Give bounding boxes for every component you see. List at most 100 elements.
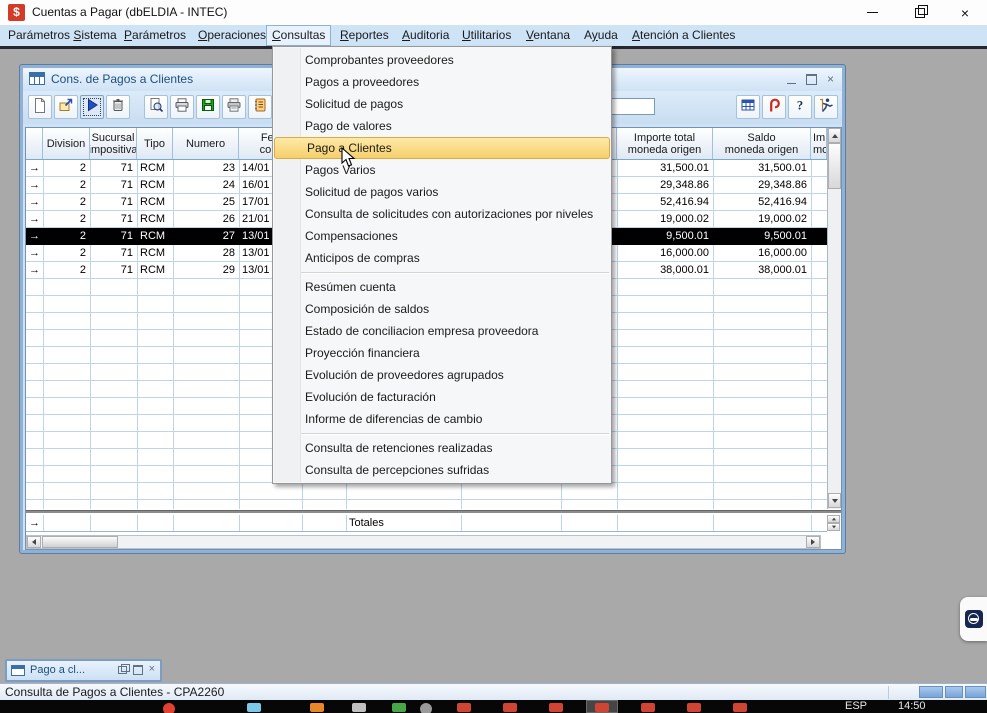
help-button[interactable]: ? — [788, 95, 812, 119]
menuitem-consulta-de-retenciones-realizadas[interactable]: Consulta de retenciones realizadas — [273, 437, 611, 459]
taskbar-app-9-icon[interactable] — [549, 703, 563, 712]
spinner-up-button[interactable] — [827, 515, 840, 523]
exit-button[interactable] — [814, 95, 838, 119]
open-form-button[interactable] — [54, 95, 78, 119]
menuitem-informe-de-diferencias-de-cambio[interactable]: Informe de diferencias de cambio — [273, 408, 611, 430]
child-minimize-button[interactable] — [787, 83, 796, 84]
scroll-up-button[interactable] — [828, 128, 841, 143]
menuitem-consulta-de-solicitudes-con-autorizaciones-por-niveles[interactable]: Consulta de solicitudes con autorizacion… — [273, 203, 611, 225]
grid-column-line — [617, 515, 618, 531]
menuitem-pago-a-clientes[interactable]: Pago a Clientes — [274, 137, 610, 159]
menuitem-estado-de-conciliacion-empresa-proveedora[interactable]: Estado de conciliacion empresa proveedor… — [273, 320, 611, 342]
cell: RCM — [137, 262, 173, 279]
minimized-window-pago[interactable]: Pago a cl... × — [5, 659, 162, 682]
row-marker-icon: → — [26, 177, 43, 194]
taskbar-app-12-icon[interactable] — [687, 703, 701, 712]
cell: 25 — [173, 194, 239, 211]
taskbar-app-7-icon[interactable] — [457, 703, 471, 712]
menuitem-proyeccion-financiera[interactable]: Proyección financiera — [273, 342, 611, 364]
scroll-right-button[interactable] — [806, 536, 820, 548]
child-close-button[interactable]: × — [827, 73, 834, 85]
menu-reportes[interactable]: Reportes — [340, 25, 389, 46]
horizontal-scrollbar[interactable] — [26, 535, 821, 549]
column-header-saldo-moneda-origen[interactable]: Saldomoneda origen — [713, 128, 811, 159]
row-marker-icon: → — [26, 262, 43, 279]
menuitem-evolucion-de-facturacion[interactable]: Evolución de facturación — [273, 386, 611, 408]
menu-parametros-sistema[interactable]: Parámetros Sistema — [8, 25, 117, 46]
horizontal-scroll-thumb[interactable] — [42, 536, 118, 548]
cell: 31,500.01 — [617, 160, 713, 177]
spinner-down-button[interactable] — [827, 523, 840, 531]
mini-maximize-button[interactable] — [133, 665, 143, 675]
new-document-button[interactable] — [28, 95, 52, 119]
graph-button[interactable] — [762, 95, 786, 119]
mini-restore-button[interactable] — [118, 666, 127, 674]
menu-utilitarios[interactable]: Utilitarios — [462, 25, 511, 46]
column-header-tipo[interactable]: Tipo — [137, 128, 173, 159]
minimize-button[interactable] — [850, 0, 894, 25]
vertical-scrollbar[interactable] — [827, 128, 841, 509]
column-header-sucursal-impositiva[interactable]: Sucursalimpositiva — [90, 128, 137, 159]
maximize-button[interactable] — [898, 0, 942, 25]
taskbar-app-11-icon[interactable] — [641, 703, 655, 712]
totals-spinner[interactable] — [827, 515, 841, 532]
run-query-button[interactable] — [80, 95, 104, 119]
column-header[interactable] — [26, 128, 43, 159]
preview-button[interactable] — [144, 95, 168, 119]
column-header-imp-mor[interactable]: Impmor — [811, 128, 827, 159]
menuitem-solicitud-de-pagos[interactable]: Solicitud de pagos — [273, 93, 611, 115]
tray-clock[interactable]: 14:50 — [898, 700, 926, 712]
vertical-scroll-thumb[interactable] — [828, 143, 841, 189]
exit-icon — [818, 97, 834, 118]
save-button[interactable] — [196, 95, 220, 119]
menu-operaciones[interactable]: Operaciones — [198, 25, 266, 46]
menu-separator — [275, 433, 609, 434]
menuitem-comprobantes-proveedores[interactable]: Comprobantes proveedores — [273, 49, 611, 71]
menuitem-compensaciones[interactable]: Compensaciones — [273, 225, 611, 247]
taskbar-app-8-icon[interactable] — [503, 703, 517, 712]
menu-atencion-a-clientes[interactable]: Atención a Clientes — [632, 25, 735, 46]
taskbar-app-6-icon[interactable] — [420, 703, 432, 713]
grid-column-line — [43, 515, 44, 531]
mini-close-button[interactable]: × — [149, 664, 155, 675]
taskbar-app-10-icon[interactable] — [595, 703, 609, 712]
menuitem-pagos-varios[interactable]: Pagos Varios — [273, 159, 611, 181]
notes-button[interactable] — [248, 95, 272, 119]
status-panel — [965, 686, 986, 698]
taskbar-app-2-icon[interactable] — [247, 703, 261, 712]
grid-view-button[interactable] — [736, 95, 760, 119]
print-setup-button[interactable] — [222, 95, 246, 119]
teamviewer-tab[interactable] — [960, 597, 987, 641]
scroll-down-button[interactable] — [828, 493, 841, 508]
menu-consultas[interactable]: Consultas — [266, 25, 331, 46]
scroll-left-button[interactable] — [27, 536, 41, 548]
taskbar-app-13-icon[interactable] — [733, 703, 747, 712]
menuitem-solicitud-de-pagos-varios[interactable]: Solicitud de pagos varios — [273, 181, 611, 203]
menuitem-anticipos-de-compras[interactable]: Anticipos de compras — [273, 247, 611, 269]
column-header-division[interactable]: Division — [43, 128, 90, 159]
menuitem-evolucion-de-proveedores-agrupados[interactable]: Evolución de proveedores agrupados — [273, 364, 611, 386]
delete-button[interactable] — [106, 95, 130, 119]
taskbar-app-5-icon[interactable] — [392, 703, 406, 712]
menuitem-pago-de-valores[interactable]: Pago de valores — [273, 115, 611, 137]
cell: 2 — [43, 177, 90, 194]
menu-parametros[interactable]: Parámetros — [124, 25, 186, 46]
menuitem-composicion-de-saldos[interactable]: Composición de saldos — [273, 298, 611, 320]
column-header-numero[interactable]: Numero — [173, 128, 239, 159]
menu-ventana[interactable]: Ventana — [526, 25, 570, 46]
print-button[interactable] — [170, 95, 194, 119]
consultas-dropdown-menu: Comprobantes proveedoresPagos a proveedo… — [272, 46, 612, 484]
menuitem-pagos-a-proveedores[interactable]: Pagos a proveedores — [273, 71, 611, 93]
taskbar-app-3-icon[interactable] — [310, 703, 324, 712]
menuitem-resumen-cuenta[interactable]: Resúmen cuenta — [273, 276, 611, 298]
taskbar-app-1-icon[interactable] — [163, 703, 175, 713]
menu-ayuda[interactable]: Ayuda — [584, 25, 618, 46]
child-maximize-button[interactable] — [806, 74, 817, 85]
close-button[interactable]: × — [943, 0, 987, 25]
tray-language[interactable]: ESP — [845, 700, 867, 712]
grid-column-line — [713, 515, 714, 531]
taskbar-app-4-icon[interactable] — [352, 703, 366, 712]
column-header-importe-total-moneda-origen[interactable]: Importe totalmoneda origen — [617, 128, 713, 159]
menuitem-consulta-de-percepciones-sufridas[interactable]: Consulta de percepciones sufridas — [273, 459, 611, 481]
menu-auditoria[interactable]: Auditoria — [402, 25, 449, 46]
